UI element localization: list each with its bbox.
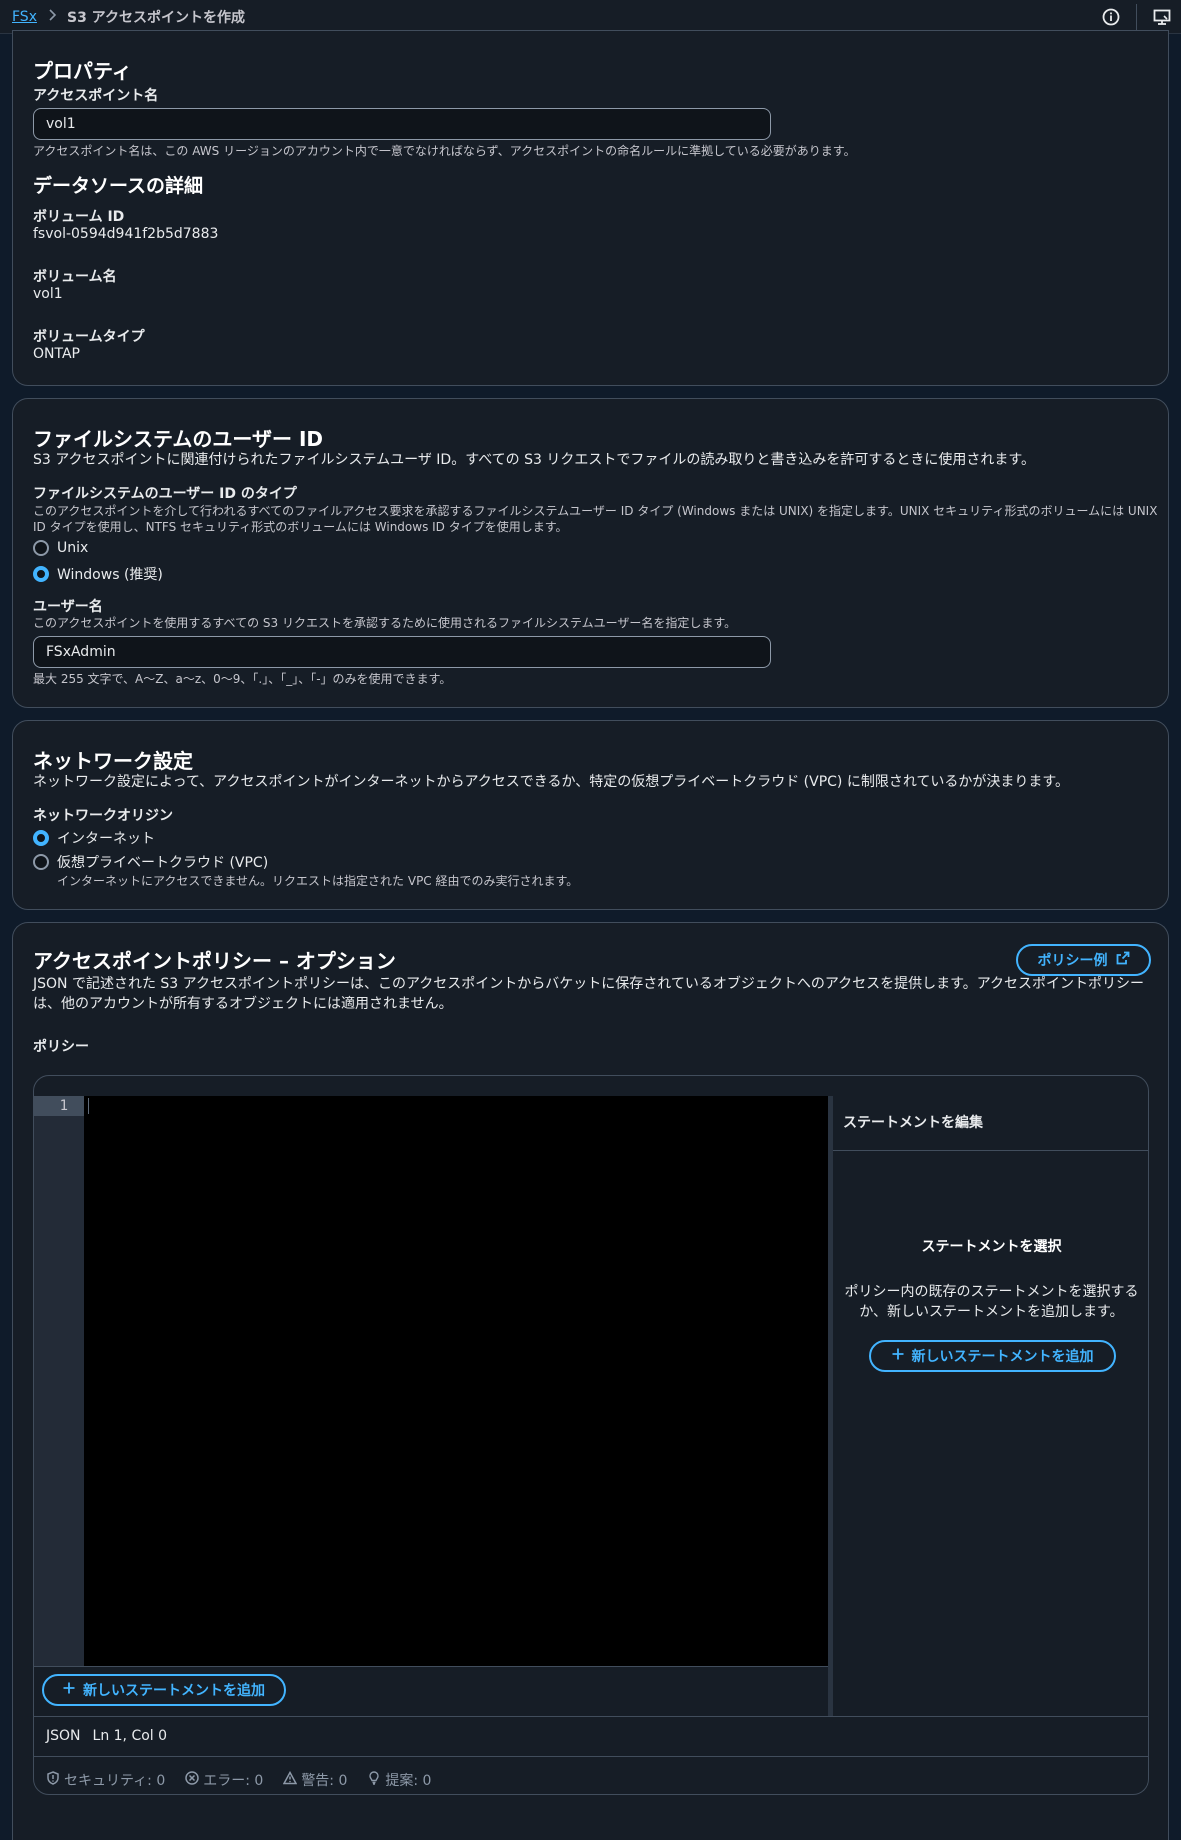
access-point-name-label: アクセスポイント名 <box>33 88 159 104</box>
policy-description-1: JSON で記述された S3 アクセスポイントポリシーは、このアクセスポイントか… <box>33 976 1145 992</box>
network-description: ネットワーク設定によって、アクセスポイントがインターネットからアクセスできるか、… <box>33 774 1070 790</box>
volume-id-label: ボリューム ID <box>33 209 125 225</box>
validation-counts: セキュリティ: 0 エラー: 0 警告: 0 提案: 0 <box>46 1770 431 1790</box>
code-area[interactable] <box>84 1096 828 1666</box>
fs-user-type-label: ファイルシステムのユーザー ID のタイプ <box>33 486 297 502</box>
status-top-divider <box>34 1716 1148 1717</box>
policy-example-button[interactable]: ポリシー例 <box>1016 944 1151 976</box>
datasource-title: データソースの詳細 <box>33 175 204 197</box>
fs-user-description: S3 アクセスポイントに関連付けられたファイルシステムユーザ ID。すべての S… <box>33 452 1035 468</box>
fs-user-card: ファイルシステムのユーザー ID S3 アクセスポイントに関連付けられたファイル… <box>12 398 1169 708</box>
username-label: ユーザー名 <box>33 599 103 615</box>
volume-type-label: ボリュームタイプ <box>33 329 145 345</box>
warning-triangle-icon <box>283 1770 298 1789</box>
panel-divider <box>833 1150 1148 1151</box>
policy-label: ポリシー <box>33 1039 89 1055</box>
error-count-label: エラー: 0 <box>203 1773 264 1789</box>
warning-count[interactable]: 警告: 0 <box>283 1770 347 1790</box>
select-statement-title: ステートメントを選択 <box>921 1239 1062 1255</box>
radio-vpc[interactable]: 仮想プライベートクラウド (VPC) <box>33 852 268 872</box>
properties-card: プロパティ アクセスポイント名 vol1 アクセスポイント名は、この AWS リ… <box>12 30 1169 386</box>
edit-statement-title: ステートメントを編集 <box>843 1115 983 1131</box>
policy-editor: 1 ステートメントを編集 ステートメントを選択 ポリシー内の既存のステートメント… <box>33 1075 1149 1795</box>
editor-gutter: 1 <box>34 1096 84 1666</box>
policy-example-label: ポリシー例 <box>1037 953 1108 969</box>
select-statement-desc: ポリシー内の既存のステートメントを選択するか、新しいステートメントを追加します。 <box>844 1284 1139 1320</box>
fs-user-type-desc-1: このアクセスポイントを介して行われるすべてのファイルアクセス要求を承認するファイ… <box>33 504 1158 518</box>
radio-windows-label: Windows (推奨) <box>57 567 163 583</box>
top-bar: FSx S3 アクセスポイントを作成 <box>0 0 1181 34</box>
fs-user-title: ファイルシステムのユーザー ID <box>33 427 324 451</box>
code-bottom-divider <box>34 1666 828 1667</box>
network-card: ネットワーク設定 ネットワーク設定によって、アクセスポイントがインターネットから… <box>12 720 1169 910</box>
fs-user-type-desc-2: ID タイプを使用し、NTFS セキュリティ形式のボリュームには Windows… <box>33 520 568 534</box>
cursor-position: Ln 1, Col 0 <box>92 1728 168 1744</box>
volume-id-value: fsvol-0594d941f2b5d7883 <box>33 226 219 242</box>
text-cursor <box>88 1098 89 1114</box>
radio-unix-label: Unix <box>57 540 89 556</box>
radio-internet[interactable]: インターネット <box>33 828 155 848</box>
radio-internet-circle[interactable] <box>33 830 49 846</box>
external-link-icon <box>1116 951 1130 969</box>
editor-mode: JSON <box>46 1728 81 1744</box>
display-settings-icon[interactable] <box>1151 6 1173 28</box>
panel-add-statement-label: 新しいステートメントを追加 <box>911 1349 1094 1365</box>
username-input[interactable]: FSxAdmin <box>33 636 771 668</box>
statement-panel: ステートメントを編集 ステートメントを選択 ポリシー内の既存のステートメントを選… <box>833 1076 1148 1716</box>
radio-vpc-circle[interactable] <box>33 854 49 870</box>
suggestion-count-label: 提案: 0 <box>385 1773 432 1789</box>
warning-count-label: 警告: 0 <box>301 1773 348 1789</box>
volume-type-value: ONTAP <box>33 346 80 362</box>
plus-icon <box>892 1348 904 1364</box>
access-point-name-input[interactable]: vol1 <box>33 108 771 140</box>
radio-vpc-desc: インターネットにアクセスできません。リクエストは指定された VPC 経由でのみ実… <box>57 874 579 888</box>
lightbulb-icon <box>367 1771 381 1789</box>
volume-name-label: ボリューム名 <box>33 269 117 285</box>
add-statement-button[interactable]: 新しいステートメントを追加 <box>42 1674 286 1706</box>
username-desc: このアクセスポイントを使用するすべての S3 リクエストを承認するために使用され… <box>33 616 737 630</box>
volume-name-value: vol1 <box>33 286 63 302</box>
properties-title: プロパティ <box>33 59 132 83</box>
chevron-right-icon <box>47 8 57 25</box>
breadcrumb-current: S3 アクセスポイントを作成 <box>66 9 245 26</box>
policy-description-2: は、他のアカウントが所有するオブジェクトには適用されません。 <box>33 996 453 1012</box>
radio-unix-circle[interactable] <box>33 540 49 556</box>
radio-windows-circle[interactable] <box>33 566 49 582</box>
radio-unix[interactable]: Unix <box>33 540 88 556</box>
radio-internet-label: インターネット <box>57 831 155 847</box>
top-divider <box>1136 4 1137 30</box>
panel-add-statement-button[interactable]: 新しいステートメントを追加 <box>869 1340 1116 1372</box>
security-count-label: セキュリティ: 0 <box>64 1773 166 1789</box>
radio-windows[interactable]: Windows (推奨) <box>33 564 163 584</box>
shield-icon <box>46 1771 60 1789</box>
plus-icon <box>63 1682 75 1698</box>
breadcrumb-fsx-link[interactable]: FSx <box>12 9 37 25</box>
suggestion-count[interactable]: 提案: 0 <box>367 1770 431 1790</box>
counts-top-divider <box>34 1756 1148 1757</box>
error-circle-icon <box>185 1771 199 1789</box>
policy-card: アクセスポイントポリシー – オプション ポリシー例 JSON で記述された S… <box>12 922 1169 1840</box>
add-statement-label: 新しいステートメントを追加 <box>83 1683 265 1699</box>
error-count[interactable]: エラー: 0 <box>185 1770 263 1790</box>
info-icon[interactable] <box>1100 6 1122 28</box>
radio-vpc-label: 仮想プライベートクラウド (VPC) <box>57 855 269 871</box>
security-count[interactable]: セキュリティ: 0 <box>46 1770 165 1790</box>
username-hint: 最大 255 文字で、A〜Z、a〜z、0〜9、「.」、「_」、「-」のみを使用で… <box>33 672 452 686</box>
network-origin-label: ネットワークオリジン <box>33 808 173 824</box>
line-number: 1 <box>34 1096 84 1116</box>
network-title: ネットワーク設定 <box>33 749 193 773</box>
access-point-name-hint: アクセスポイント名は、この AWS リージョンのアカウント内で一意でなければなら… <box>33 144 856 158</box>
editor-status: JSON Ln 1, Col 0 <box>46 1728 167 1744</box>
policy-title: アクセスポイントポリシー – オプション <box>33 949 396 973</box>
